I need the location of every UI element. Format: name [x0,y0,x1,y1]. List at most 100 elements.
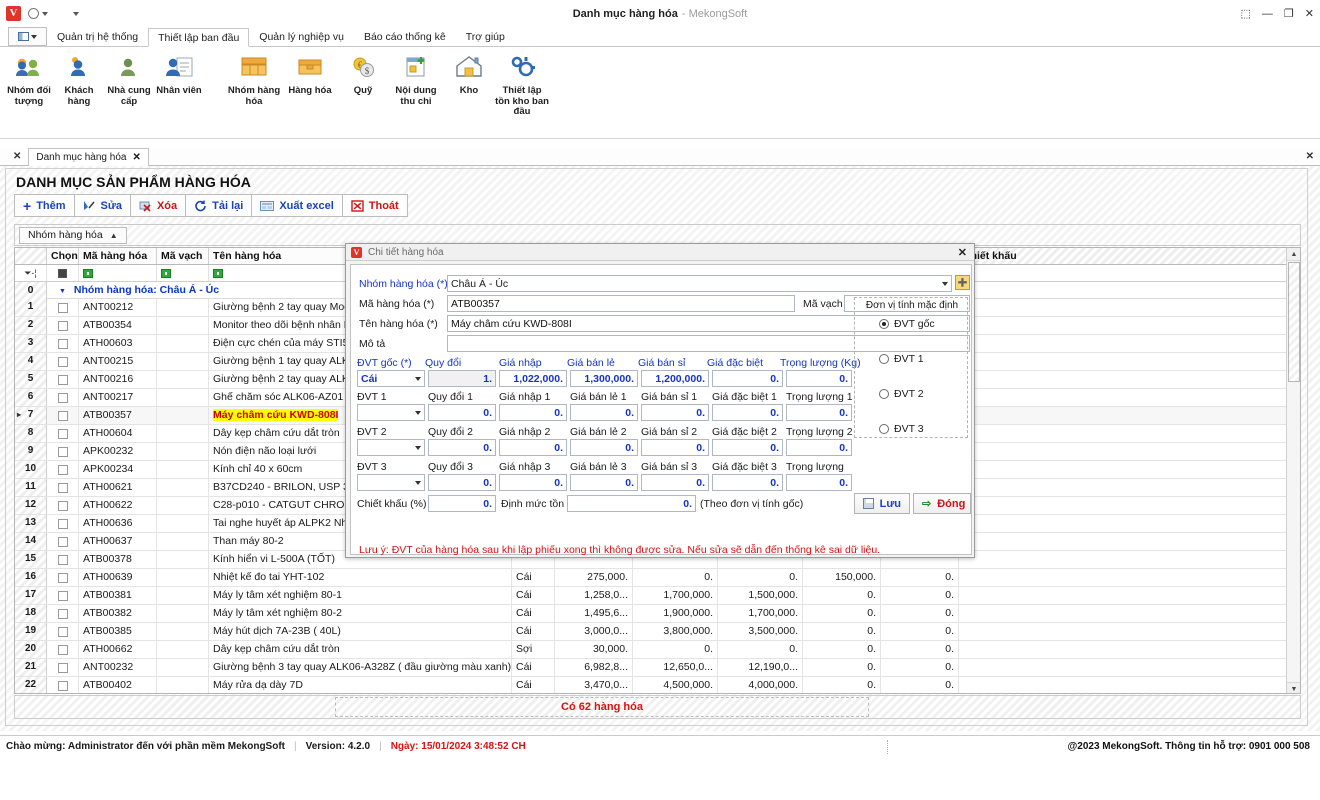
groupby-chip-nhom-hang-hoa[interactable]: Nhóm hàng hóa ▲ [19,226,127,244]
exit-button[interactable]: Thoát [341,194,408,217]
ribbon-item-noi-dung-thu-chi[interactable]: Nội dung thu chi [388,51,444,107]
table-row[interactable]: 19 ATB00385 Máy hút dịch 7A-23B ( 40L) Cái 3… [15,623,1300,641]
chevron-down-icon[interactable] [415,446,421,450]
row-select-checkbox[interactable] [47,497,79,514]
dialog-close-icon[interactable]: ✕ [958,246,967,259]
trong-luong-3-input[interactable]: 0. [786,474,852,491]
tab-quan-ly-nghiep-vu[interactable]: Quản lý nghiệp vụ [249,27,354,46]
filter-select-all-checkbox[interactable] [47,265,79,281]
close-icon[interactable]: ✕ [1305,8,1314,20]
radio-dvt-goc[interactable]: ĐVT gốc [879,318,935,330]
checkbox-icon[interactable] [57,320,68,331]
radio-button-icon[interactable] [879,424,889,434]
row-select-checkbox[interactable] [47,677,79,693]
tab-thiet-lap-ban-dau[interactable]: Thiết lập ban đầu [148,28,250,47]
quy-doi-1-input[interactable]: 0. [428,404,496,421]
checkbox-icon[interactable] [57,338,68,349]
edit-button[interactable]: Sửa [73,194,131,217]
export-excel-button[interactable]: Xuất excel [251,194,343,217]
delete-button[interactable]: Xóa [129,194,187,217]
row-select-checkbox[interactable] [47,551,79,568]
row-select-checkbox[interactable] [47,299,79,316]
ribbon-item-khach-hang[interactable]: Khách hàng [54,51,104,107]
gia-nhap-2-input[interactable]: 0. [499,439,567,456]
ribbon-item-hang-hoa[interactable]: Hàng hóa [282,51,338,97]
gia-ban-si-3-input[interactable]: 0. [641,474,709,491]
checkbox-icon[interactable] [57,410,68,421]
row-select-checkbox[interactable] [47,641,79,658]
gia-dac-biet-3-input[interactable]: 0. [712,474,783,491]
ribbon-item-nhom-hang-hoa[interactable]: Nhóm hàng hóa [226,51,282,107]
qat-chevron-down-icon[interactable] [42,11,48,16]
trong-luong-0-input[interactable]: 0. [786,370,852,387]
gia-nhap-3-input[interactable]: 0. [499,474,567,491]
row-select-checkbox[interactable] [47,407,79,424]
tab-tro-giup[interactable]: Trợ giúp [456,27,515,46]
checkbox-icon[interactable] [57,644,68,655]
gia-ban-si-2-input[interactable]: 0. [641,439,709,456]
radio-dvt-1[interactable]: ĐVT 1 [879,353,924,365]
checkbox-icon[interactable] [57,572,68,583]
row-select-checkbox[interactable] [47,587,79,604]
row-select-checkbox[interactable] [47,659,79,676]
gia-ban-le-2-input[interactable]: 0. [570,439,638,456]
tab-panel-toggle[interactable] [8,27,47,46]
ribbon-item-nha-cung-cap[interactable]: Nhà cung cấp [104,51,154,107]
chevron-down-icon[interactable] [415,481,421,485]
checkbox-icon[interactable] [57,392,68,403]
checkbox-icon[interactable] [57,356,68,367]
trong-luong-2-input[interactable]: 0. [786,439,852,456]
minimize-icon[interactable]: — [1262,8,1273,20]
filter-ma-hang-hoa[interactable] [79,265,157,281]
grid-header-ma-hang-hoa[interactable]: Mã hàng hóa [79,248,157,264]
row-select-checkbox[interactable] [47,389,79,406]
dinh-muc-ton-input[interactable]: 0. [567,495,696,512]
chevron-down-icon[interactable] [415,411,421,415]
checkbox-icon[interactable] [57,464,68,475]
add-button[interactable]: + Thêm [14,194,75,217]
tab-bao-cao-thong-ke[interactable]: Báo cáo thống kê [354,27,456,46]
checkbox-icon[interactable] [57,590,68,601]
doctab-close-icon[interactable]: ✕ [132,151,140,164]
dvt-3-combo[interactable] [357,474,425,491]
grid-vertical-scrollbar[interactable]: ▲ ▼ [1286,248,1300,693]
row-select-checkbox[interactable] [47,371,79,388]
scroll-down-icon[interactable]: ▼ [1287,682,1300,693]
chiet-khau-input[interactable]: 0. [428,495,496,512]
ribbon-item-nhan-vien[interactable]: Nhân viên [154,51,204,97]
qat-circle-icon[interactable] [28,8,39,19]
gia-nhap-0-input[interactable]: 1,022,000. [499,370,567,387]
quy-doi-3-input[interactable]: 0. [428,474,496,491]
row-select-checkbox[interactable] [47,533,79,550]
checkbox-icon[interactable] [57,626,68,637]
checkbox-icon[interactable] [57,482,68,493]
sort-ascending-icon[interactable]: ▲ [110,231,118,240]
quy-doi-0-input[interactable]: 1. [428,370,496,387]
row-select-checkbox[interactable] [47,569,79,586]
app-logo-icon[interactable]: V [6,6,21,21]
chevron-down-icon[interactable] [942,282,948,286]
ma-hang-hoa-input[interactable]: ATB00357 [447,295,795,312]
ribbon-item-quy[interactable]: € $ Quỹ [338,51,388,97]
radio-button-icon[interactable] [879,319,889,329]
table-row[interactable]: 16 ATH00639 Nhiệt kế đo tai YHT-102 Cái 275,… [15,569,1300,587]
dvt-2-combo[interactable] [357,439,425,456]
save-button[interactable]: Lưu [854,493,910,514]
radio-dvt-2[interactable]: ĐVT 2 [879,388,924,400]
checkbox-icon[interactable] [57,446,68,457]
checkbox-icon[interactable] [57,374,68,385]
row-select-checkbox[interactable] [47,623,79,640]
table-row[interactable]: 22 ATB00402 Máy rửa dạ dày 7D Cái 3,470,0...… [15,677,1300,693]
gia-dac-biet-1-input[interactable]: 0. [712,404,783,421]
gia-ban-si-0-input[interactable]: 1,200,000. [641,370,709,387]
close-all-tabs-icon[interactable]: ✕ [6,151,28,162]
radio-button-icon[interactable] [879,389,889,399]
quy-doi-2-input[interactable]: 0. [428,439,496,456]
nhom-hang-hoa-combo[interactable]: Châu Á - Úc [447,275,952,292]
radio-button-icon[interactable] [879,354,889,364]
tab-quan-tri-he-thong[interactable]: Quản trị hệ thống [47,27,148,46]
filter-ma-vach[interactable] [157,265,209,281]
filter-menu-icon[interactable]: ⏷-¦ [15,265,47,281]
checkbox-icon[interactable] [57,680,68,691]
row-select-checkbox[interactable] [47,461,79,478]
